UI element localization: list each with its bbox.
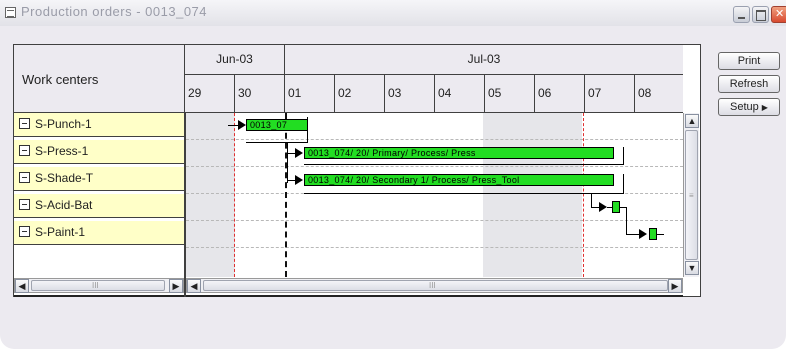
work-center-label: S-Punch-1: [35, 117, 92, 131]
work-center-label: S-Press-1: [35, 144, 89, 158]
scroll-right-button[interactable]: ▶: [169, 279, 183, 293]
collapse-icon[interactable]: [19, 199, 30, 210]
work-centers-header: Work centers: [13, 44, 185, 113]
connector-line: [287, 153, 295, 154]
window-title: Production orders - 0013_074: [21, 4, 208, 19]
work-center-label: S-Paint-1: [35, 225, 86, 239]
connector-line: [287, 180, 295, 181]
panel-bottom-border: [186, 295, 683, 297]
month-header-jul: Jul-03: [467, 52, 501, 66]
weekend-shade: [483, 113, 582, 277]
day-header: 04: [435, 75, 485, 112]
order-bar[interactable]: 0013_07: [246, 119, 308, 131]
connector-line: [626, 207, 627, 235]
minimize-button[interactable]: [733, 6, 750, 23]
refresh-button-label: Refresh: [729, 78, 769, 90]
collapse-icon[interactable]: [19, 226, 30, 237]
row-gridline: [186, 220, 683, 221]
date-marker-line: [583, 113, 584, 277]
order-bar[interactable]: [612, 201, 620, 213]
scroll-up-button[interactable]: ▲: [685, 114, 699, 128]
print-button[interactable]: Print: [718, 52, 780, 70]
arrow-icon: [639, 229, 647, 239]
scroll-down-button[interactable]: ▼: [685, 261, 699, 275]
work-center-row[interactable]: S-Shade-T: [14, 167, 184, 191]
scroll-left-button[interactable]: ◀: [15, 279, 29, 293]
panel-bottom-border: [14, 295, 184, 297]
row-gridline: [186, 166, 683, 167]
arrow-icon: [599, 202, 607, 212]
chart-horizontal-scrollbar[interactable]: ◀ III ▶: [186, 278, 683, 293]
work-center-row[interactable]: S-Paint-1: [14, 221, 184, 245]
connector-line: [591, 207, 599, 208]
horizontal-scroll-thumb[interactable]: III: [203, 280, 668, 291]
work-centers-header-label: Work centers: [22, 72, 99, 87]
title-bar: Production orders - 0013_074: [0, 0, 786, 26]
thumb-grip: ≡: [689, 191, 694, 200]
vertical-scrollbar[interactable]: ▲ ≡ ▼: [683, 113, 699, 277]
date-marker-line: [234, 113, 235, 277]
arrow-icon: [238, 120, 246, 130]
day-header: 08: [638, 86, 652, 100]
work-center-label: S-Acid-Bat: [35, 198, 93, 212]
day-header: 01: [285, 75, 335, 112]
collapse-icon[interactable]: [19, 118, 30, 129]
left-horizontal-scrollbar[interactable]: ◀ III ▶: [14, 278, 184, 293]
vertical-scroll-thumb[interactable]: ≡: [685, 130, 698, 260]
maximize-button[interactable]: [752, 6, 769, 23]
day-header: 03: [385, 75, 435, 112]
month-header-jun: Jun-03: [185, 45, 285, 74]
month-header-row: Jun-03 Jul-03: [185, 44, 683, 75]
thumb-grip: III: [92, 281, 99, 290]
scroll-right-button[interactable]: ▶: [668, 279, 682, 293]
production-orders-window: Production orders - 0013_074 Work center…: [0, 0, 786, 349]
order-bar[interactable]: 0013_074/ 20/ Secondary 1/ Process/ Pres…: [304, 174, 614, 186]
day-header-row: 29 30 01 02 03 04 05 06 07 08: [185, 75, 683, 113]
arrow-icon: [295, 175, 303, 185]
print-button-label: Print: [737, 55, 761, 67]
order-bar[interactable]: [649, 228, 657, 240]
submenu-arrow-icon: ▶: [761, 103, 768, 112]
connector-line: [228, 125, 238, 126]
connector-line: [626, 234, 639, 235]
scroll-left-button[interactable]: ◀: [187, 279, 201, 293]
work-center-label: S-Shade-T: [35, 171, 94, 185]
day-header: 02: [335, 75, 385, 112]
collapse-icon[interactable]: [19, 145, 30, 156]
connector-line: [657, 234, 664, 235]
work-center-list-empty: [14, 249, 184, 277]
setup-button-label: Setup: [730, 101, 759, 113]
collapse-icon[interactable]: [19, 172, 30, 183]
work-center-row[interactable]: S-Acid-Bat: [14, 194, 184, 218]
work-center-row[interactable]: S-Press-1: [14, 140, 184, 164]
gantt-chart-area[interactable]: 0013_07 0013_074/ 20/ Primary/ Process/ …: [186, 113, 683, 277]
setup-button[interactable]: Setup ▶: [718, 98, 780, 116]
window-icon: [5, 7, 16, 18]
connector-line: [591, 193, 592, 207]
work-center-row[interactable]: S-Punch-1: [14, 113, 184, 137]
order-bar[interactable]: 0013_074/ 20/ Primary/ Process/ Press: [304, 147, 614, 159]
day-header: 30: [235, 75, 285, 112]
horizontal-scroll-thumb[interactable]: III: [31, 280, 165, 291]
connector-line: [287, 143, 288, 183]
connector-line: [607, 207, 612, 208]
day-header: 07: [585, 75, 635, 112]
day-header: 06: [535, 75, 585, 112]
thumb-grip: III: [429, 281, 436, 290]
row-gridline: [186, 247, 683, 248]
refresh-button[interactable]: Refresh: [718, 75, 780, 93]
weekend-shade: [186, 113, 235, 277]
day-header: 29: [185, 75, 235, 112]
close-button[interactable]: [771, 6, 786, 23]
arrow-icon: [295, 148, 303, 158]
day-header: 05: [485, 75, 535, 112]
